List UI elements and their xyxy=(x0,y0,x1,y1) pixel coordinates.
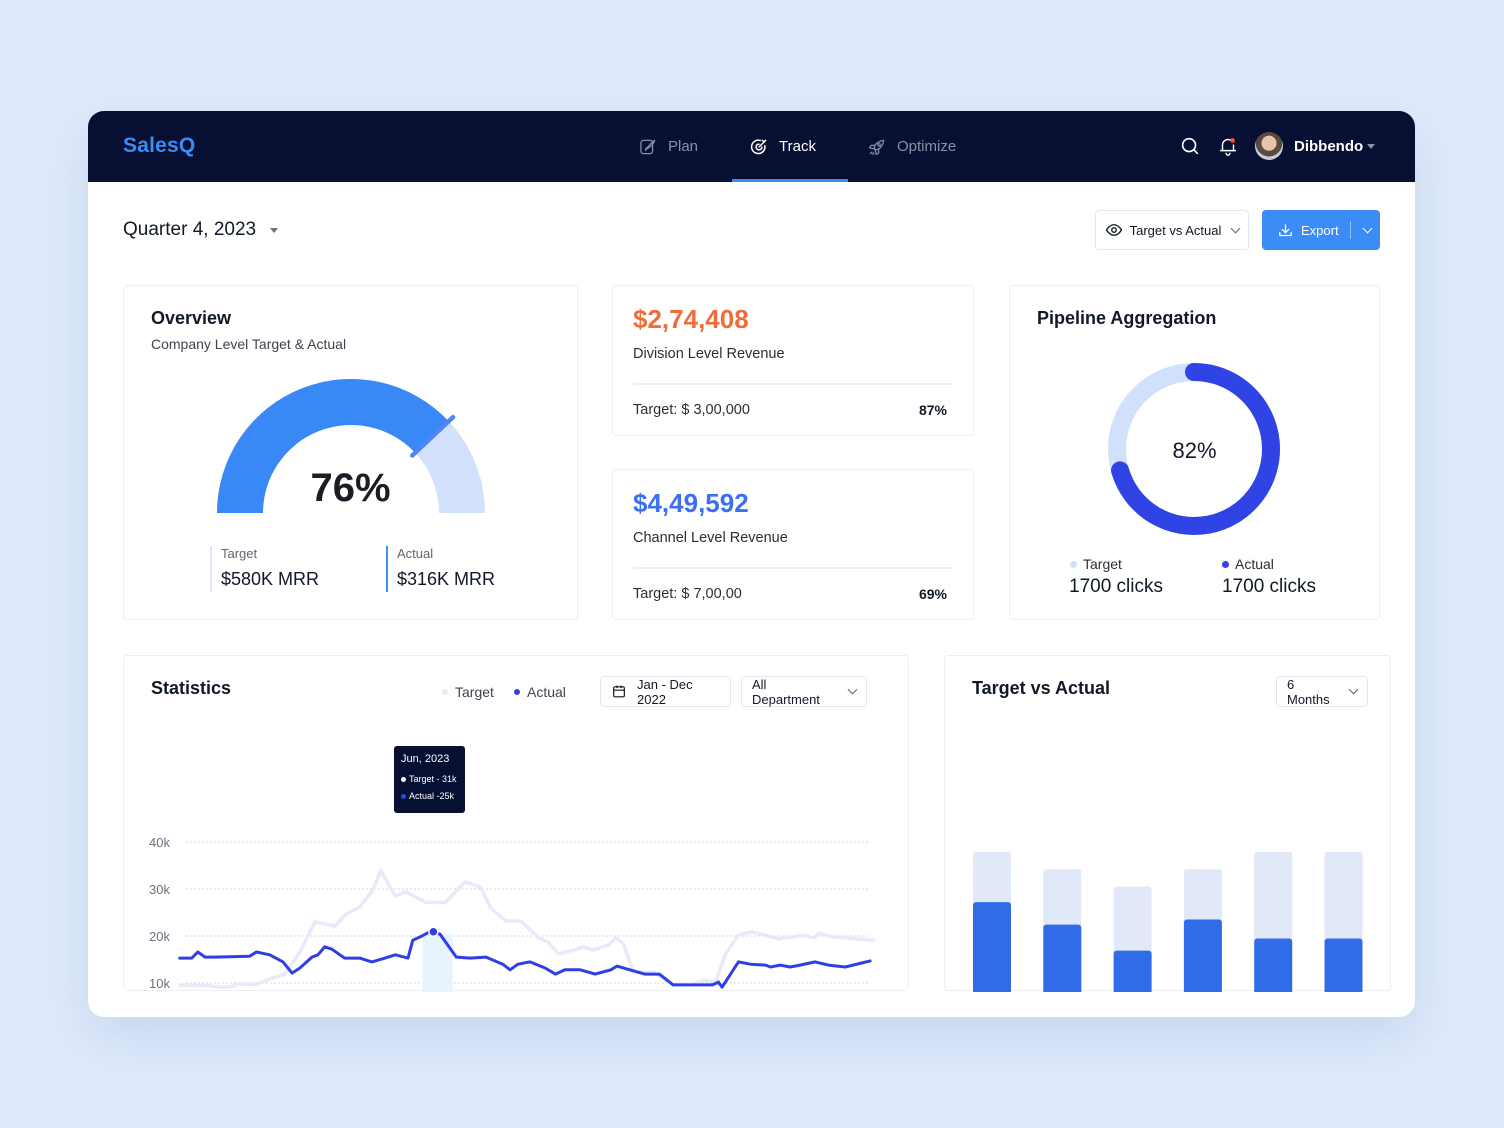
search-button[interactable] xyxy=(1179,135,1201,157)
nav-optimize[interactable]: Optimize xyxy=(867,111,956,182)
y-tick-label: 10k xyxy=(149,976,170,991)
division-target: Target: $ 3,00,000 xyxy=(633,402,750,418)
pipeline-target-value: 1700 clicks xyxy=(1069,576,1163,597)
highlight-band xyxy=(422,934,453,992)
pipeline-actual-value: 1700 clicks xyxy=(1222,576,1316,597)
tooltip-dot xyxy=(401,776,406,782)
pipeline-donut xyxy=(1108,363,1280,535)
division-percent: 87% xyxy=(918,402,947,418)
target-label: Target xyxy=(221,546,258,561)
division-revenue-label: Division Level Revenue xyxy=(633,346,785,362)
tooltip-actual-row: Actual -25k xyxy=(401,791,458,801)
period-selector[interactable]: Quarter 4, 2023 xyxy=(123,219,279,241)
overview-target-stat: Target $580K MRR xyxy=(210,546,319,592)
eye-icon xyxy=(1105,224,1122,236)
nav-plan[interactable]: Plan xyxy=(638,111,698,182)
statistics-card: Statistics Target Actual Jan - Dec 2022 … xyxy=(123,655,909,992)
actual-value: $316K MRR xyxy=(397,569,496,589)
legend-dot xyxy=(1070,560,1077,568)
export-label: Export xyxy=(1301,222,1339,238)
tooltip-title: Jun, 2023 xyxy=(401,753,450,765)
chevron-down-icon xyxy=(1230,223,1241,233)
nav-track[interactable]: Track xyxy=(732,111,848,182)
target-vs-actual-bar-chart: JanFebMarAprMayJun xyxy=(973,852,1363,992)
notifications-button[interactable] xyxy=(1217,135,1239,157)
active-data-point xyxy=(428,926,439,938)
app-window: SalesQ Plan Track Optimize Dibbendo Quar… xyxy=(88,111,1415,1017)
legend-label: Actual xyxy=(1235,556,1274,572)
y-tick-label: 30k xyxy=(149,882,170,897)
export-options-toggle[interactable] xyxy=(1351,223,1380,233)
top-navbar: SalesQ Plan Track Optimize Dibbendo xyxy=(88,111,1415,182)
series-line-target xyxy=(177,868,876,990)
pipeline-percent: 82% xyxy=(1172,438,1217,463)
channel-target: Target: $ 7,00,00 xyxy=(633,586,742,602)
overview-card: Overview Company Level Target & Actual 7… xyxy=(123,285,578,620)
chevron-down-icon xyxy=(1362,223,1373,233)
bar-actual xyxy=(1043,924,1082,992)
channel-percent: 69% xyxy=(918,586,947,602)
bell-icon xyxy=(1219,138,1237,156)
bar-actual xyxy=(1324,938,1363,992)
bar-actual xyxy=(1183,919,1222,992)
tooltip-target: Target - 31k xyxy=(409,774,457,784)
rocket-icon xyxy=(868,139,885,155)
legend-label: Target xyxy=(1083,556,1122,572)
user-menu-caret-icon[interactable] xyxy=(1367,144,1375,149)
notification-dot xyxy=(1230,138,1235,143)
channel-revenue-value: $4,49,592 xyxy=(633,488,749,518)
tooltip-dot xyxy=(401,793,406,799)
edit-icon xyxy=(640,139,656,154)
y-tick-label: 20k xyxy=(149,929,170,944)
target-vs-actual-card: Target vs Actual 6 Months JanFebMarAprMa… xyxy=(944,655,1391,992)
bar-actual xyxy=(973,902,1011,992)
pipeline-legend-target: Target xyxy=(1070,556,1122,572)
overview-actual-stat: Actual $316K MRR xyxy=(386,546,495,592)
actual-label: Actual xyxy=(397,546,434,561)
nav-plan-label: Plan xyxy=(668,138,699,155)
user-avatar[interactable] xyxy=(1255,132,1283,160)
target-icon xyxy=(750,138,767,154)
download-icon xyxy=(1279,223,1292,236)
divider xyxy=(633,383,953,385)
chart-tooltip: Jun, 2023 Target - 31k Actual -25k xyxy=(394,746,465,813)
division-revenue-value: $2,74,408 xyxy=(633,304,749,334)
target-value: $580K MRR xyxy=(221,569,320,589)
app-logo[interactable]: SalesQ xyxy=(123,134,195,158)
legend-dot xyxy=(1222,560,1229,568)
user-name[interactable]: Dibbendo xyxy=(1294,138,1363,155)
series-line-actual xyxy=(178,930,872,989)
overview-percent: 76% xyxy=(310,466,391,510)
tooltip-actual: Actual -25k xyxy=(409,791,455,801)
search-icon xyxy=(1181,137,1199,155)
tooltip-target-row: Target - 31k xyxy=(401,774,458,784)
division-revenue-card: $2,74,408 Division Level Revenue Target:… xyxy=(612,285,974,436)
view-select[interactable]: Target vs Actual xyxy=(1095,210,1249,250)
channel-revenue-label: Channel Level Revenue xyxy=(633,530,788,546)
pipeline-legend-actual: Actual xyxy=(1222,556,1274,572)
pipeline-card: Pipeline Aggregation 82% Target 1700 cli… xyxy=(1009,285,1380,620)
bar-actual xyxy=(1113,950,1152,992)
channel-revenue-card: $4,49,592 Channel Level Revenue Target: … xyxy=(612,469,974,620)
bar-actual xyxy=(1254,938,1293,992)
caret-down-icon xyxy=(270,227,279,233)
period-label: Quarter 4, 2023 xyxy=(123,219,257,240)
divider xyxy=(633,567,953,569)
view-select-label: Target vs Actual xyxy=(1129,222,1222,238)
statistics-line-chart: 0k10k20k30k40kJanFebMarAprMayJunJulAugSe… xyxy=(149,835,876,992)
nav-optimize-label: Optimize xyxy=(897,138,957,155)
nav-track-label: Track xyxy=(779,138,816,155)
y-tick-label: 40k xyxy=(149,835,170,850)
export-button[interactable]: Export xyxy=(1262,210,1380,250)
